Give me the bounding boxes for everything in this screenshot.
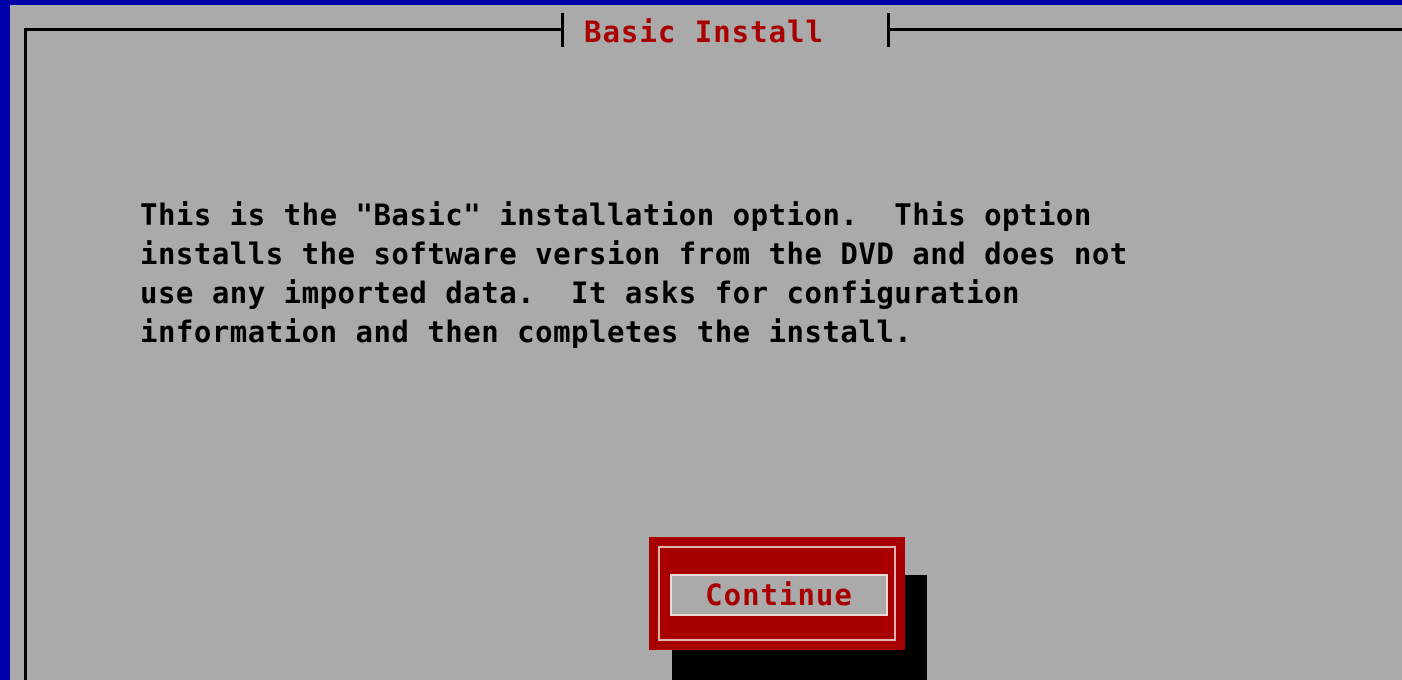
frame-left — [24, 28, 27, 680]
message-line-4: information and then completes the insta… — [140, 315, 913, 349]
continue-button[interactable]: Continue — [670, 574, 888, 616]
frame-top-left — [24, 28, 564, 31]
message-line-2: installs the software version from the D… — [140, 237, 1128, 271]
message-line-1: This is the "Basic" installation option.… — [140, 198, 1092, 232]
message-line-3: use any imported data. It asks for confi… — [140, 276, 1021, 310]
dialog-title: Basic Install — [578, 11, 830, 53]
frame-title-left-tick — [561, 13, 564, 47]
installer-screen: Basic Install This is the "Basic" instal… — [0, 0, 1402, 680]
dialog-message: This is the "Basic" installation option.… — [140, 196, 1128, 352]
frame-top-right — [887, 28, 1402, 31]
